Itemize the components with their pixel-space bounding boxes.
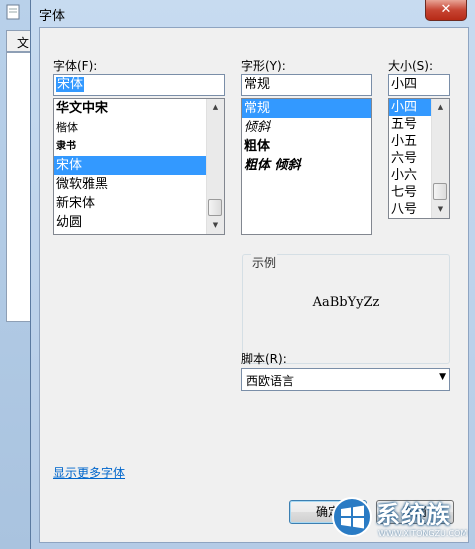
chevron-down-icon: ▼ — [439, 372, 446, 382]
font-style-list[interactable]: 常规 倾斜 粗体 粗体 倾斜 — [241, 98, 372, 235]
list-item[interactable]: 幼圆 — [54, 213, 224, 232]
list-item[interactable]: 粗体 倾斜 — [242, 156, 371, 175]
font-size-label: 大小(S): — [388, 59, 434, 73]
font-size-scrollbar[interactable]: ▲ ▼ — [431, 99, 449, 218]
sample-text: AaBbYyZz — [312, 295, 380, 310]
list-item[interactable]: 倾斜 — [242, 118, 371, 137]
list-item[interactable]: 华文中宋 — [54, 99, 224, 118]
watermark-text: 系统族 — [376, 501, 451, 529]
watermark: 系统族 WWW.XITONGZU.COM — [332, 495, 475, 549]
font-size-list[interactable]: 小四 五号 小五 六号 小六 七号 八号 ▲ ▼ — [388, 98, 450, 219]
font-dialog: 字体 ✕ 字体(F): 宋体 华文中宋 楷体 隶书 宋体 微软雅黑 新宋体 幼圆 ▲ ▼ 字… — [30, 0, 475, 549]
dialog-client-area: 字体(F): 宋体 华文中宋 楷体 隶书 宋体 微软雅黑 新宋体 幼圆 ▲ ▼ 字形(Y):… — [39, 27, 469, 543]
scroll-thumb[interactable] — [208, 199, 222, 216]
sample-caption: 示例 — [251, 254, 278, 271]
script-label: 脚本(R): — [241, 352, 287, 366]
dialog-title: 字体 — [39, 9, 66, 24]
sample-group: 示例 AaBbYyZz — [242, 254, 450, 364]
list-item[interactable]: 楷体 — [54, 118, 224, 137]
scroll-down-icon[interactable]: ▼ — [207, 217, 224, 234]
script-select-value: 西欧语言 — [246, 374, 295, 388]
font-family-list[interactable]: 华文中宋 楷体 隶书 宋体 微软雅黑 新宋体 幼圆 ▲ ▼ — [53, 98, 225, 235]
font-style-input[interactable]: 常规 — [241, 74, 372, 96]
close-icon: ✕ — [440, 2, 452, 17]
list-item[interactable]: 宋体 — [54, 156, 224, 175]
list-item[interactable]: 粗体 — [242, 137, 371, 156]
list-item[interactable]: 新宋体 — [54, 194, 224, 213]
list-item[interactable]: 隶书 — [54, 137, 224, 156]
font-style-input-value: 常规 — [244, 77, 271, 92]
close-button[interactable]: ✕ — [425, 0, 467, 21]
scroll-thumb[interactable] — [433, 183, 447, 200]
font-family-input[interactable]: 宋体 — [53, 74, 225, 96]
windows-logo-icon — [332, 497, 372, 537]
list-item[interactable]: 微软雅黑 — [54, 175, 224, 194]
font-family-scrollbar[interactable]: ▲ ▼ — [206, 99, 224, 234]
font-style-label: 字形(Y): — [241, 59, 286, 73]
scroll-up-icon[interactable]: ▲ — [432, 99, 449, 116]
show-more-fonts-link[interactable]: 显示更多字体 — [53, 464, 125, 481]
font-size-input[interactable]: 小四 — [388, 74, 450, 96]
font-family-label: 字体(F): — [53, 59, 98, 73]
watermark-url: WWW.XITONGZU.COM — [378, 529, 468, 538]
font-family-input-value: 宋体 — [56, 77, 85, 92]
font-size-input-value: 小四 — [391, 77, 418, 92]
scroll-up-icon[interactable]: ▲ — [207, 99, 224, 116]
notepad-icon — [6, 4, 20, 20]
script-select[interactable]: 西欧语言 ▼ — [241, 368, 450, 391]
list-item[interactable]: 常规 — [242, 99, 371, 118]
scroll-down-icon[interactable]: ▼ — [432, 201, 449, 218]
